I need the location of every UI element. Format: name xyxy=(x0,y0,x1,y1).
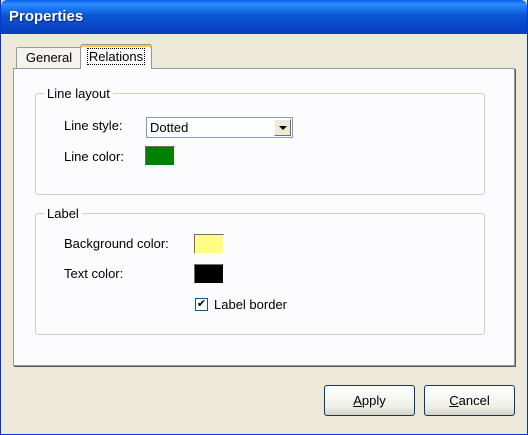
text-color-swatch[interactable] xyxy=(194,264,224,284)
cancel-label-rest: ancel xyxy=(458,393,490,408)
background-color-label: Background color: xyxy=(64,236,169,251)
apply-label-rest: pply xyxy=(361,393,386,408)
tab-relations-label: Relations xyxy=(86,48,146,65)
label-group: Label Background color: Text color: ✔ La… xyxy=(35,206,485,335)
properties-dialog: Properties General Relations Line layout… xyxy=(0,0,528,435)
text-color-label: Text color: xyxy=(64,266,124,281)
tab-relations[interactable]: Relations xyxy=(80,44,152,69)
apply-button[interactable]: Apply xyxy=(324,385,415,416)
label-border-label[interactable]: Label border xyxy=(214,297,287,312)
label-legend: Label xyxy=(44,206,82,221)
line-layout-legend: Line layout xyxy=(44,86,113,101)
label-border-checkbox[interactable]: ✔ xyxy=(195,298,208,311)
cancel-button[interactable]: Cancel xyxy=(424,385,515,416)
tab-general[interactable]: General xyxy=(16,47,82,69)
line-color-label: Line color: xyxy=(64,149,124,164)
cancel-mnemonic: C xyxy=(449,393,459,408)
relations-tab-panel: Line layout Line style: Dotted Line colo… xyxy=(13,68,515,366)
title-bar[interactable]: Properties xyxy=(1,0,527,34)
line-style-value: Dotted xyxy=(150,120,189,135)
apply-mnemonic: A xyxy=(353,393,362,408)
line-color-swatch[interactable] xyxy=(145,146,175,166)
chevron-down-icon xyxy=(278,125,287,130)
line-layout-group: Line layout Line style: Dotted Line colo… xyxy=(35,86,485,195)
line-style-select[interactable]: Dotted xyxy=(146,117,293,138)
dropdown-button[interactable] xyxy=(274,119,291,136)
window-title: Properties xyxy=(9,8,84,25)
background-color-swatch[interactable] xyxy=(194,234,224,254)
line-style-label: Line style: xyxy=(64,118,123,133)
